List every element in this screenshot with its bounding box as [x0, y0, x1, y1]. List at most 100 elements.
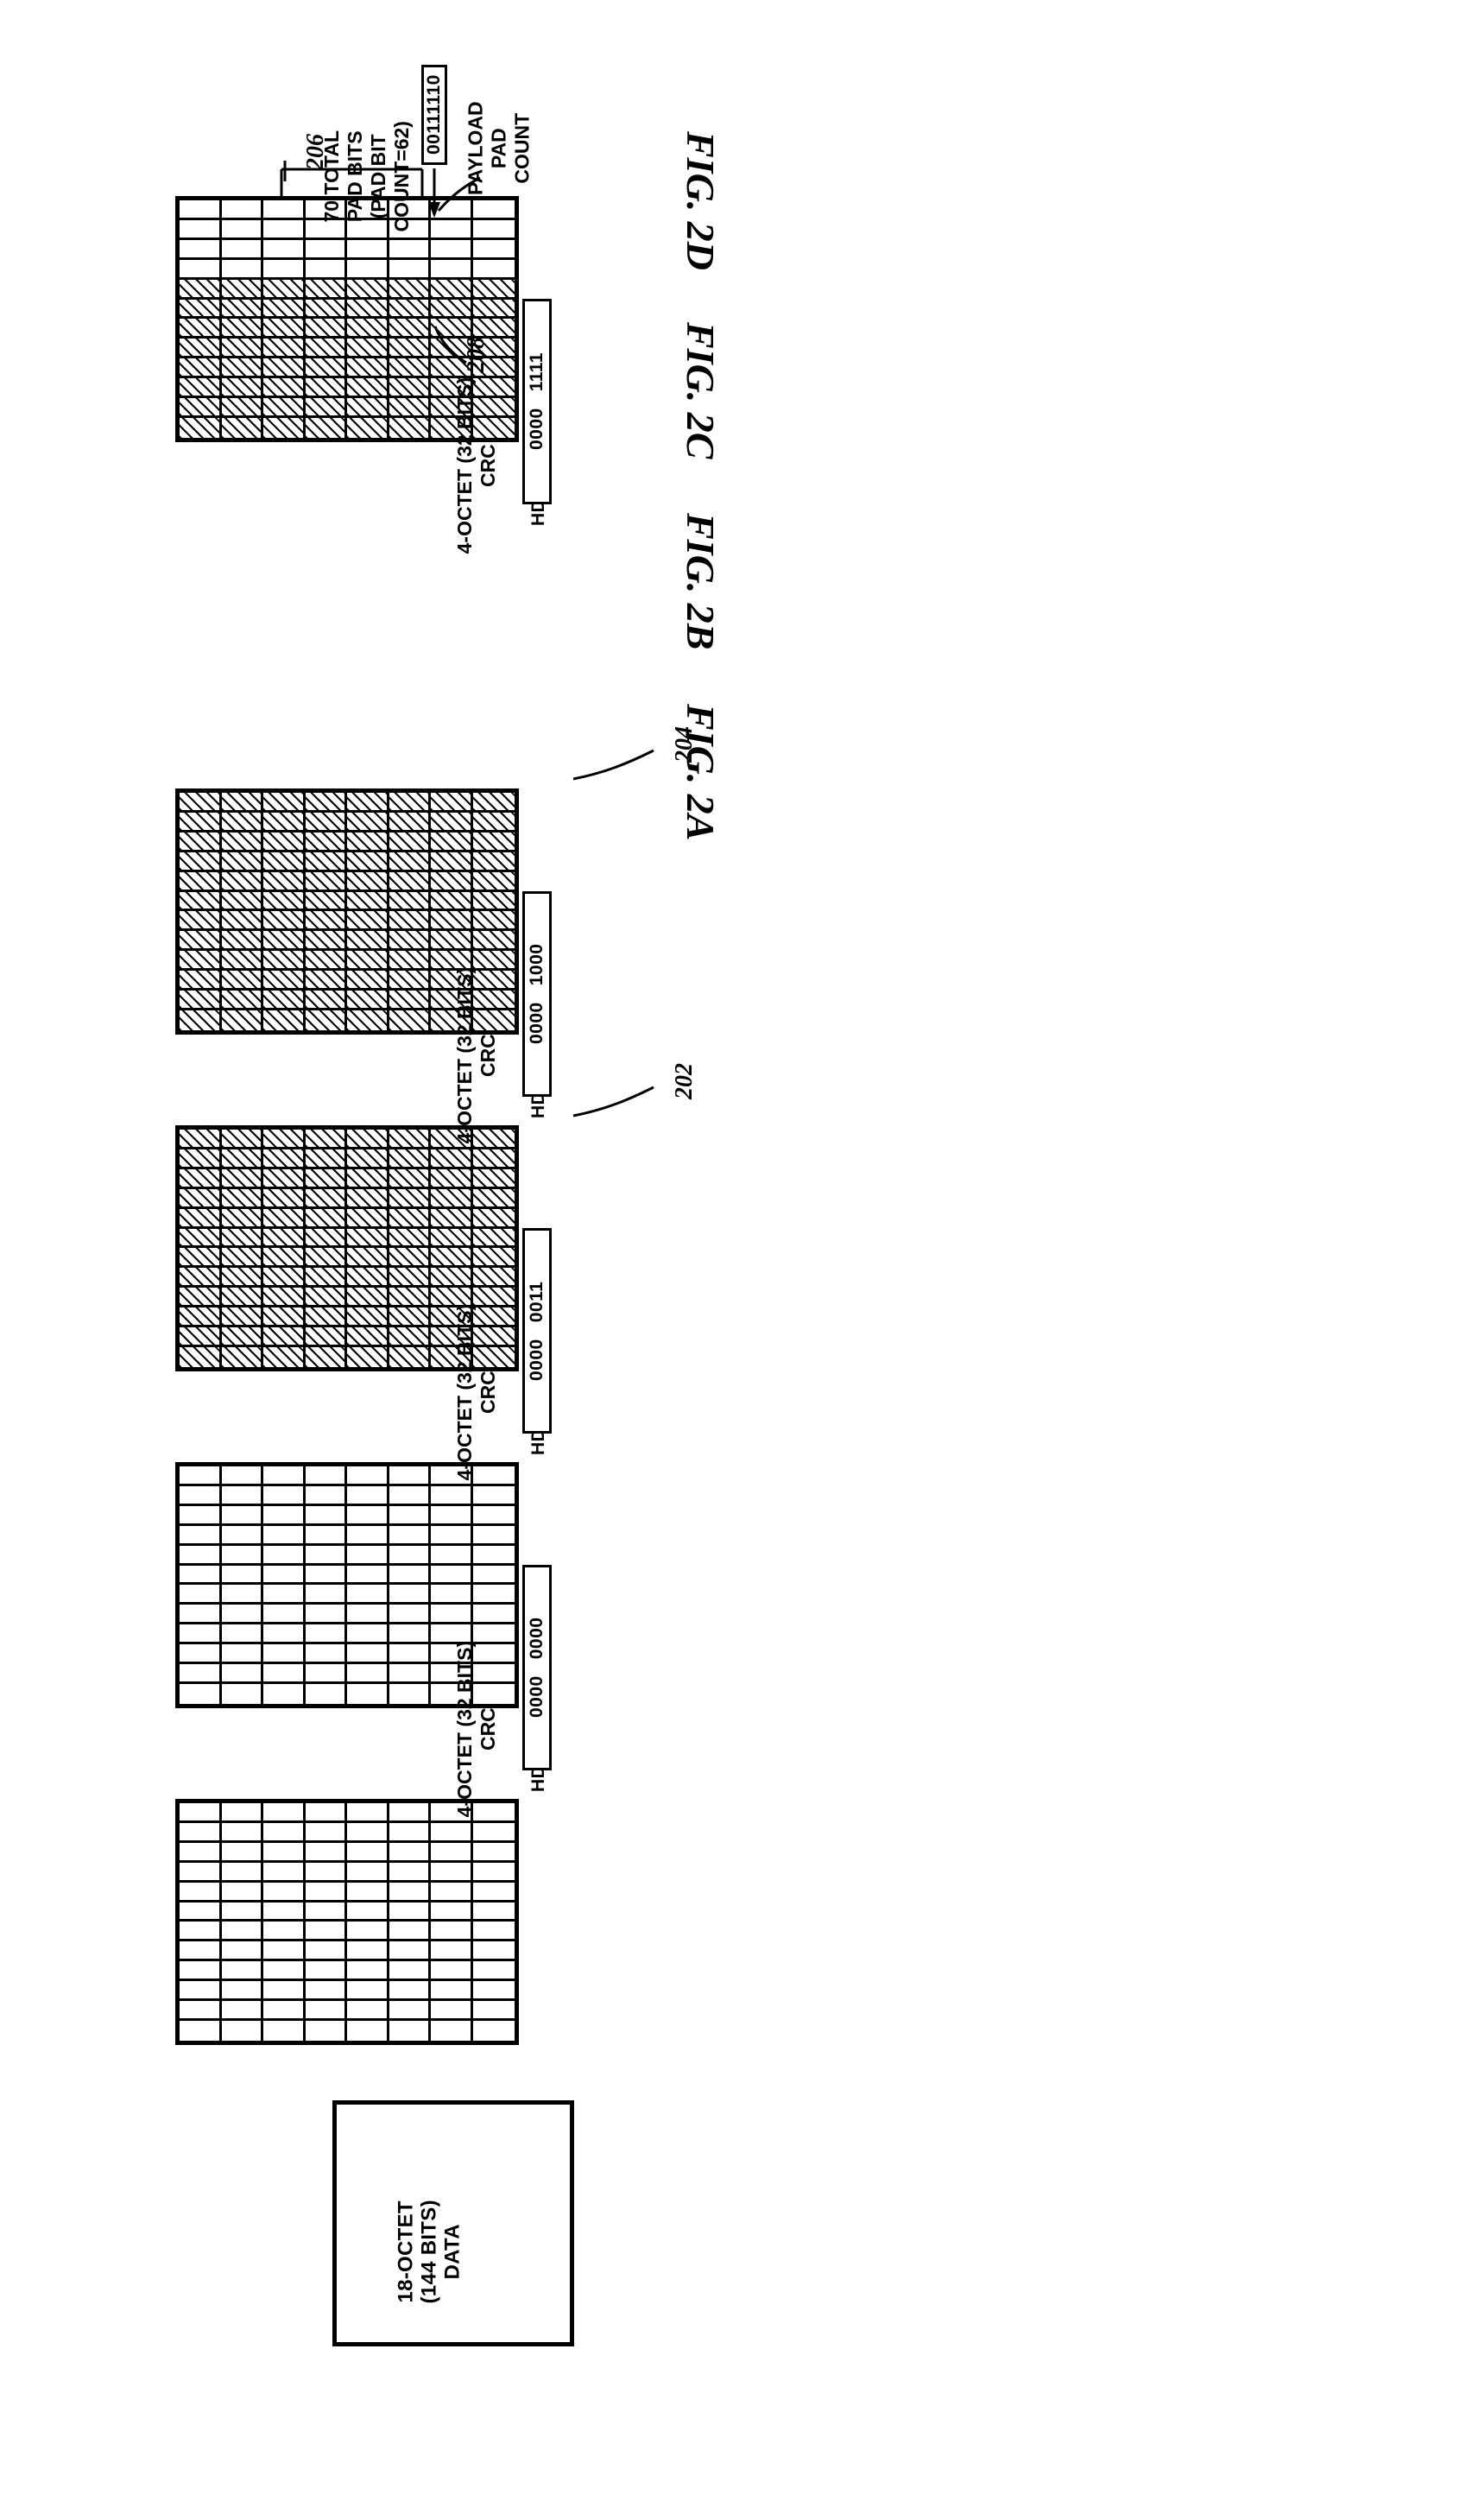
payload-cell: [263, 378, 306, 399]
payload-cell: [221, 398, 263, 419]
payload-cell: [472, 911, 515, 932]
panel-2d-hdr-value: 0000 1111: [522, 299, 552, 504]
payload-cell: [389, 1902, 431, 1922]
payload-cell: [389, 1565, 431, 1586]
payload-cell: [472, 832, 515, 852]
ref-208: 208: [463, 337, 490, 373]
payload-cell: [431, 1902, 473, 1922]
payload-cell: [180, 931, 222, 952]
payload-cell: [305, 1803, 347, 1823]
payload-cell: [472, 1149, 515, 1169]
payload-cell: [347, 1268, 389, 1288]
payload-cell: [263, 239, 306, 260]
payload-cell: [180, 1208, 222, 1229]
payload-cell: [263, 1545, 306, 1566]
payload-cell: [180, 1168, 222, 1189]
payload-cell: [305, 1922, 347, 1942]
payload-cell: [221, 1466, 263, 1486]
payload-cell: [389, 1307, 431, 1328]
payload-cell: [389, 1525, 431, 1546]
payload-cell: [263, 1485, 306, 1506]
payload-cell: [305, 1605, 347, 1625]
payload-cell: [263, 871, 306, 892]
payload-cell: [389, 1208, 431, 1229]
payload-cell: [431, 1822, 473, 1843]
payload-cell: [180, 1288, 222, 1308]
payload-cell: [221, 418, 263, 438]
payload-cell: [389, 1288, 431, 1308]
payload-cell: [389, 1168, 431, 1189]
payload-cell: [263, 832, 306, 852]
payload-cell: [221, 1188, 263, 1209]
payload-cell: [221, 1842, 263, 1863]
payload-cell: [263, 1525, 306, 1546]
payload-cell: [431, 1605, 473, 1625]
payload-cell: [305, 398, 347, 419]
payload-cell: [305, 931, 347, 952]
payload-cell: [180, 1545, 222, 1566]
payload-cell: [347, 1327, 389, 1348]
payload-cell: [431, 239, 473, 260]
payload-cell: [347, 1505, 389, 1526]
payload-cell: [472, 1823, 515, 1843]
payload-cell: [389, 378, 431, 399]
payload-cell: [180, 299, 222, 320]
payload-cell: [263, 259, 306, 280]
payload-cell: [431, 871, 473, 892]
payload-cell: [472, 1903, 515, 1922]
payload-cell: [347, 1922, 389, 1942]
payload-cell: [180, 1010, 222, 1030]
payload-cell: [305, 1228, 347, 1249]
payload-cell: [180, 219, 222, 240]
payload-cell: [180, 1644, 222, 1665]
payload-cell: [180, 418, 222, 438]
payload-cell: [347, 2021, 389, 2041]
payload-cell: [221, 1268, 263, 1288]
payload-cell: [305, 1268, 347, 1288]
payload-cell: [347, 1902, 389, 1922]
payload-cell: [389, 1882, 431, 1903]
payload-cell: [431, 1545, 473, 1566]
payload-cell: [305, 1347, 347, 1367]
payload-cell: [472, 871, 515, 892]
payload-cell: [180, 1822, 222, 1843]
payload-cell: [305, 1822, 347, 1843]
payload-cell: [180, 1327, 222, 1348]
fig-title-2b: FIG. 2B: [679, 513, 723, 650]
payload-cell: [263, 1684, 306, 1704]
payload-cell: [472, 1188, 515, 1209]
payload-cell: [389, 1347, 431, 1367]
payload-cell: [389, 1130, 431, 1149]
payload-cell: [263, 200, 306, 220]
payload-cell: [221, 2001, 263, 2022]
payload-cell: [347, 1822, 389, 1843]
payload-cell: [263, 2001, 306, 2022]
payload-cell: [221, 259, 263, 280]
payload-cell: [305, 1842, 347, 1863]
payload-cell: [263, 1664, 306, 1685]
payload-cell: [389, 1149, 431, 1169]
panel-2a-crc-label: 4-OCTET (32 BITS) CRC: [452, 1640, 499, 1818]
payload-cell: [221, 358, 263, 379]
payload-cell: [263, 1585, 306, 1605]
panel-2d-crc-label: 4-OCTET (32 BITS) CRC: [452, 377, 499, 554]
payload-cell: [305, 1545, 347, 1566]
payload-cell: [180, 971, 222, 991]
payload-cell: [389, 971, 431, 991]
payload-cell: [389, 1466, 431, 1486]
payload-cell: [305, 299, 347, 320]
payload-cell: [389, 2001, 431, 2022]
payload-cell: [180, 1862, 222, 1883]
payload-cell: [472, 1981, 515, 2002]
payload-cell: [389, 1248, 431, 1269]
payload-cell: [347, 2001, 389, 2022]
payload-cell: [305, 793, 347, 813]
payload-cell: [347, 971, 389, 991]
payload-cell: [431, 1188, 473, 1209]
payload-cell: [263, 891, 306, 912]
payload-cell: [305, 1327, 347, 1348]
payload-cell: [431, 1565, 473, 1586]
payload-cell: [263, 1466, 306, 1486]
payload-cell: [180, 1149, 222, 1169]
payload-cell: [472, 812, 515, 833]
